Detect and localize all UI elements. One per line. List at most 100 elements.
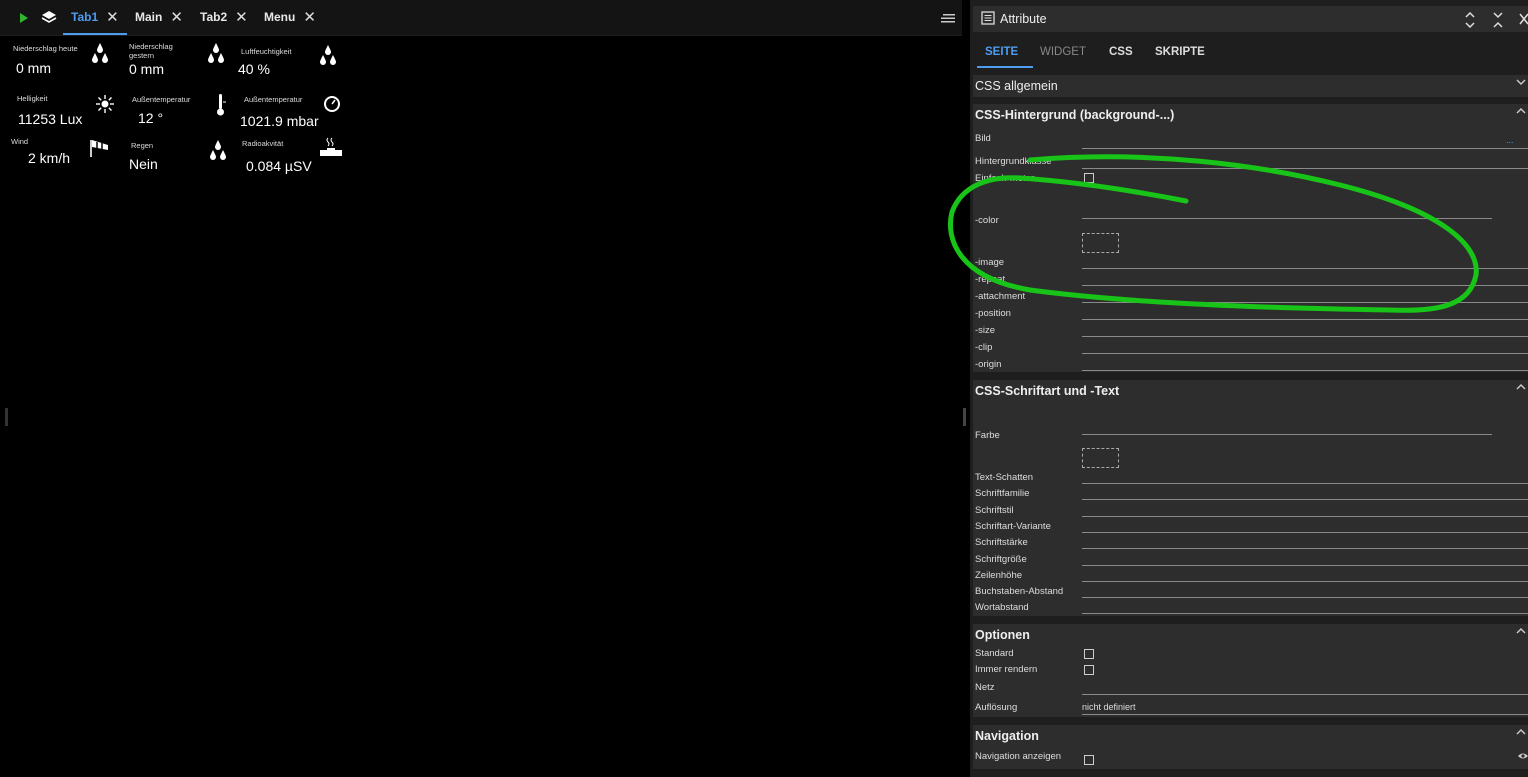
background-image-input[interactable] — [1082, 268, 1528, 269]
tab-css[interactable]: CSS — [1109, 46, 1133, 58]
tab-label: Tab1 — [71, 9, 99, 24]
widget-label: Außentemperatur — [132, 95, 191, 104]
tab-label: Tab2 — [200, 9, 228, 24]
color-swatch[interactable] — [1082, 233, 1119, 253]
field-label: Einfach-meter — [975, 173, 1035, 184]
field-label: Schriftart-Variante — [975, 521, 1051, 532]
background-position-input[interactable] — [1082, 319, 1528, 320]
view-tab-bar: Tab1 ✕ Main ✕ Tab2 ✕ Menu ✕ — [0, 0, 962, 36]
background-origin-input[interactable] — [1082, 370, 1528, 371]
tab-tab1[interactable]: Tab1 ✕ — [63, 0, 127, 35]
tab-menu[interactable]: Menu ✕ — [264, 0, 316, 33]
more-button[interactable]: ... — [1506, 135, 1514, 145]
widget-label: Niederschlag heute — [13, 44, 78, 53]
field-label: -attachment — [975, 291, 1026, 302]
tab-tab2[interactable]: Tab2 ✕ — [200, 0, 248, 33]
close-icon[interactable] — [1519, 13, 1528, 25]
field-label: Bild — [975, 133, 991, 144]
raindrops-icon — [207, 42, 225, 66]
simple-mode-checkbox[interactable] — [1084, 173, 1094, 183]
field-label: Navigation anzeigen — [975, 751, 1062, 762]
letter-spacing-input[interactable] — [1082, 597, 1528, 598]
eye-icon[interactable] — [1518, 752, 1528, 760]
font-family-input[interactable] — [1082, 499, 1528, 500]
field-label: Buchstaben-Abstand — [975, 586, 1064, 597]
expand-all-icon[interactable] — [1465, 12, 1475, 28]
close-icon[interactable]: ✕ — [106, 8, 119, 26]
background-size-input[interactable] — [1082, 336, 1528, 337]
field-label: Wortabstand — [975, 602, 1029, 613]
background-clip-input[interactable] — [1082, 353, 1528, 354]
widget-label: Außentemperatur — [244, 95, 303, 104]
thermometer-icon — [214, 93, 228, 117]
tab-widget[interactable]: WIDGET — [1040, 46, 1086, 58]
font-size-input[interactable] — [1082, 565, 1528, 566]
field-label: -repeat — [975, 274, 1006, 285]
splitter-handle[interactable] — [5, 408, 8, 426]
panel-header: Attribute — [973, 6, 1528, 32]
widget-value: Nein — [129, 156, 158, 172]
widget-value: 0.084 µSV — [246, 158, 312, 174]
hamburger-menu-icon[interactable] — [940, 0, 956, 35]
section-options[interactable]: Optionen — [973, 624, 1528, 646]
widget-value: 0 mm — [129, 61, 164, 77]
widget-value: 11253 Lux — [18, 111, 83, 127]
widget-label: Helligkeit — [17, 94, 48, 103]
section-title: Optionen — [975, 628, 1030, 642]
background-attachment-input[interactable] — [1082, 302, 1528, 303]
raindrops-icon — [91, 42, 109, 66]
section-title: CSS-Hintergrund (background-...) — [975, 108, 1175, 122]
show-navigation-checkbox[interactable] — [1084, 755, 1094, 765]
tab-skripte[interactable]: SKRIPTE — [1155, 46, 1205, 58]
field-label: Auflösung — [975, 702, 1018, 713]
play-icon[interactable] — [17, 0, 31, 35]
field-label: -origin — [975, 359, 1002, 370]
section-options-body: Standard Immer rendern Netz Auflösung ni… — [973, 646, 1528, 717]
attribute-panel: Attribute SEITE WIDGET CSS SKRIPTE CSS a… — [970, 0, 1528, 777]
tab-label: Main — [135, 9, 163, 24]
font-color-input[interactable] — [1082, 434, 1492, 435]
bild-input[interactable] — [1082, 148, 1528, 149]
background-repeat-input[interactable] — [1082, 285, 1528, 286]
section-css-font-body: Farbe Text-Schatten Schriftfamilie Schri… — [973, 402, 1528, 616]
section-navigation[interactable]: Navigation — [973, 725, 1528, 747]
layers-icon[interactable] — [40, 0, 58, 35]
radiation-icon — [318, 136, 344, 158]
grid-select[interactable] — [1082, 694, 1528, 695]
section-css-font[interactable]: CSS-Schriftart und -Text — [973, 380, 1528, 402]
always-render-checkbox[interactable] — [1084, 665, 1094, 675]
widget-label: Regen — [131, 141, 154, 150]
standard-checkbox[interactable] — [1084, 649, 1094, 659]
splitter-handle[interactable] — [963, 408, 966, 426]
close-icon[interactable]: ✕ — [170, 8, 183, 26]
font-variant-input[interactable] — [1082, 532, 1528, 533]
widget-label: Radioakvität — [242, 139, 284, 148]
section-css-background[interactable]: CSS-Hintergrund (background-...) — [973, 104, 1528, 126]
chevron-up-icon — [1516, 727, 1526, 737]
field-label: Zeilenhöhe — [975, 570, 1023, 581]
chevron-down-icon — [1516, 77, 1526, 87]
gauge-icon — [323, 95, 341, 113]
tab-label: Menu — [264, 9, 296, 24]
background-color-input[interactable] — [1082, 218, 1492, 219]
font-weight-input[interactable] — [1082, 548, 1528, 549]
collapse-all-icon[interactable] — [1493, 12, 1503, 28]
field-label: Schriftstil — [975, 505, 1014, 516]
resolution-select[interactable]: nicht definiert — [1082, 702, 1136, 712]
close-icon[interactable]: ✕ — [235, 8, 248, 26]
word-spacing-input[interactable] — [1082, 613, 1528, 614]
widget-value: 12 ° — [138, 110, 164, 123]
close-icon[interactable]: ✕ — [303, 8, 316, 26]
text-shadow-input[interactable] — [1082, 483, 1528, 484]
font-style-input[interactable] — [1082, 516, 1528, 517]
tab-seite[interactable]: SEITE — [985, 46, 1018, 58]
color-swatch[interactable] — [1082, 448, 1119, 468]
field-label: Standard — [975, 648, 1014, 659]
field-label: Netz — [975, 682, 995, 693]
tab-main[interactable]: Main ✕ — [135, 0, 183, 33]
background-class-select[interactable] — [1082, 168, 1528, 169]
field-label: Text-Schatten — [975, 472, 1034, 483]
section-navigation-body: Navigation anzeigen — [973, 747, 1528, 769]
line-height-input[interactable] — [1082, 581, 1528, 582]
section-css-general[interactable]: CSS allgemein — [973, 75, 1528, 97]
